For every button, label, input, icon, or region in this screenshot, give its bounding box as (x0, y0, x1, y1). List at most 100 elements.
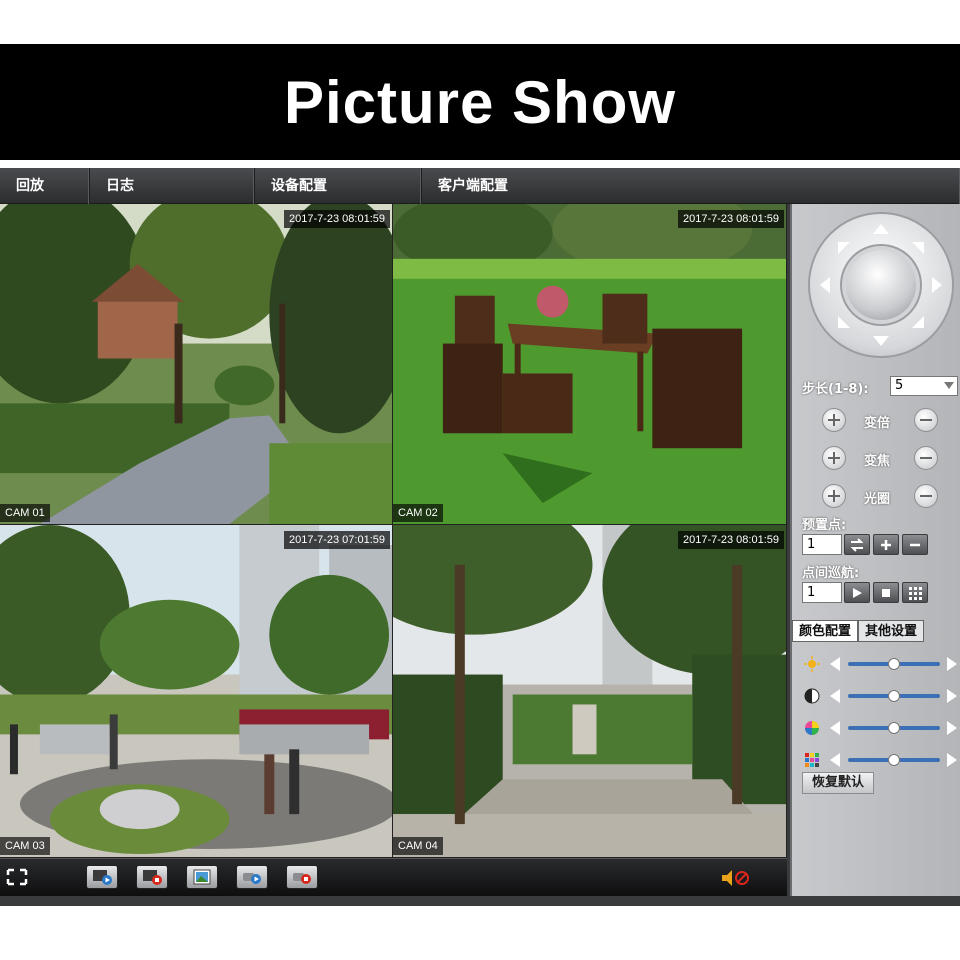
zoom-label: 变倍 (864, 416, 891, 431)
zoom-in-button[interactable] (822, 408, 846, 432)
slider-thumb[interactable] (888, 722, 900, 734)
nvr-client-window: 回放 日志 设备配置 客户端配置 2017-7-23 08:01:59 CAM … (0, 168, 960, 906)
contrast-icon (804, 688, 820, 704)
preset-label: 预置点: (802, 518, 847, 533)
focus-label: 变焦 (864, 454, 891, 469)
ptz-up-arrow-icon[interactable] (873, 224, 889, 234)
monitor-play-icon (93, 870, 112, 885)
hue-decrease-icon[interactable] (830, 753, 840, 767)
ptz-right-arrow-icon[interactable] (932, 277, 942, 293)
reset-defaults-button[interactable]: 恢复默认 (802, 772, 874, 794)
camera-3-feed (0, 525, 392, 857)
slider-thumb[interactable] (888, 658, 900, 670)
ptz-up-right-arrow-icon[interactable] (912, 242, 924, 254)
stop-icon (882, 588, 890, 597)
menu-playback[interactable]: 回放 (0, 168, 90, 204)
hue-slider-row (804, 750, 959, 770)
saturation-slider[interactable] (848, 722, 940, 734)
iris-close-button[interactable] (914, 484, 938, 508)
slider-thumb[interactable] (888, 690, 900, 702)
camera-timestamp: 2017-7-23 08:01:59 (677, 210, 784, 228)
add-preset-button[interactable] (873, 534, 899, 555)
ptz-down-left-arrow-icon[interactable] (838, 316, 850, 328)
saturation-slider-row (804, 718, 959, 738)
start-cruise-button[interactable] (844, 582, 870, 603)
cruise-settings-button[interactable] (902, 582, 928, 603)
ptz-left-arrow-icon[interactable] (820, 277, 830, 293)
camera-label: CAM 02 (393, 504, 443, 522)
camera-tile-1[interactable]: 2017-7-23 08:01:59 CAM 01 (0, 204, 393, 525)
minus-icon (910, 543, 920, 546)
ptz-center-button[interactable] (846, 250, 916, 320)
camera-2-feed (393, 204, 786, 524)
stop-record-button[interactable] (286, 865, 318, 889)
camera-label: CAM 01 (0, 504, 50, 522)
swap-arrows-icon (850, 537, 864, 552)
menu-bar: 回放 日志 设备配置 客户端配置 (0, 168, 960, 204)
menu-device-config[interactable]: 设备配置 (255, 168, 422, 204)
stop-cruise-button[interactable] (873, 582, 899, 603)
saturation-decrease-icon[interactable] (830, 721, 840, 735)
tab-color-config[interactable]: 颜色配置 (792, 620, 859, 642)
contrast-slider-row (804, 686, 959, 706)
goto-preset-button[interactable] (844, 534, 870, 555)
cruise-number-input[interactable]: 1 (802, 582, 842, 603)
snapshot-button[interactable] (186, 865, 218, 889)
menu-log[interactable]: 日志 (90, 168, 255, 204)
banner: Picture Show (0, 44, 960, 160)
slider-thumb[interactable] (888, 754, 900, 766)
brightness-slider[interactable] (848, 658, 940, 670)
hue-slider[interactable] (848, 754, 940, 766)
zoom-out-button[interactable] (914, 408, 938, 432)
config-tabs: 颜色配置 其他设置 (792, 620, 960, 642)
preset-number-input[interactable]: 1 (802, 534, 842, 555)
step-label: 步长(1-8): (802, 382, 869, 397)
picture-icon (193, 869, 211, 885)
ptz-direction-pad (810, 214, 952, 356)
fullscreen-button[interactable] (4, 865, 30, 889)
video-grid: 2017-7-23 08:01:59 CAM 01 2017-7-23 08:0… (0, 204, 787, 858)
camera-label: CAM 03 (0, 837, 50, 855)
saturation-increase-icon[interactable] (947, 721, 957, 735)
camera-tile-4[interactable]: 2017-7-23 08:01:59 CAM 04 (393, 525, 787, 858)
color-wheel-icon (805, 721, 819, 735)
stop-all-preview-button[interactable] (136, 865, 168, 889)
ptz-up-left-arrow-icon[interactable] (838, 242, 850, 254)
camera-1-feed (0, 204, 392, 524)
fullscreen-icon (6, 868, 28, 886)
contrast-decrease-icon[interactable] (830, 689, 840, 703)
chevron-down-icon (944, 382, 954, 389)
hue-increase-icon[interactable] (947, 753, 957, 767)
focus-near-button[interactable] (822, 446, 846, 470)
step-select[interactable]: 5 (890, 376, 958, 396)
start-all-preview-button[interactable] (86, 865, 118, 889)
camera-label: CAM 04 (393, 837, 443, 855)
contrast-increase-icon[interactable] (947, 689, 957, 703)
start-record-button[interactable] (236, 865, 268, 889)
cruise-label: 点间巡航: (802, 566, 860, 581)
ptz-down-right-arrow-icon[interactable] (912, 316, 924, 328)
grid-dots-icon (909, 586, 922, 600)
ptz-down-arrow-icon[interactable] (873, 336, 889, 346)
brightness-increase-icon[interactable] (947, 657, 957, 671)
camera-timestamp: 2017-7-23 08:01:59 (283, 210, 390, 228)
camera-tile-3[interactable]: 2017-7-23 07:01:59 CAM 03 (0, 525, 393, 858)
iris-open-button[interactable] (822, 484, 846, 508)
camera-stop-icon (293, 873, 311, 884)
step-select-value: 5 (895, 378, 904, 393)
focus-far-button[interactable] (914, 446, 938, 470)
audio-mute-button[interactable] (720, 867, 752, 889)
camera-tile-2[interactable]: 2017-7-23 08:01:59 CAM 02 (393, 204, 787, 525)
delete-preset-button[interactable] (902, 534, 928, 555)
contrast-slider[interactable] (848, 690, 940, 702)
play-icon (853, 587, 862, 598)
camera-timestamp: 2017-7-23 08:01:59 (677, 531, 784, 549)
banner-title: Picture Show (283, 68, 677, 136)
playback-toolbar (0, 858, 787, 896)
brightness-decrease-icon[interactable] (830, 657, 840, 671)
menu-client-config[interactable]: 客户端配置 (422, 168, 960, 204)
ptz-control-panel: 步长(1-8): 5 变倍 变焦 光圈 预置点: 1 点间巡航: 1 颜色配置 … (790, 204, 960, 896)
camera-record-icon (243, 873, 261, 884)
monitor-stop-icon (143, 870, 162, 885)
tab-other-settings[interactable]: 其他设置 (858, 620, 925, 642)
